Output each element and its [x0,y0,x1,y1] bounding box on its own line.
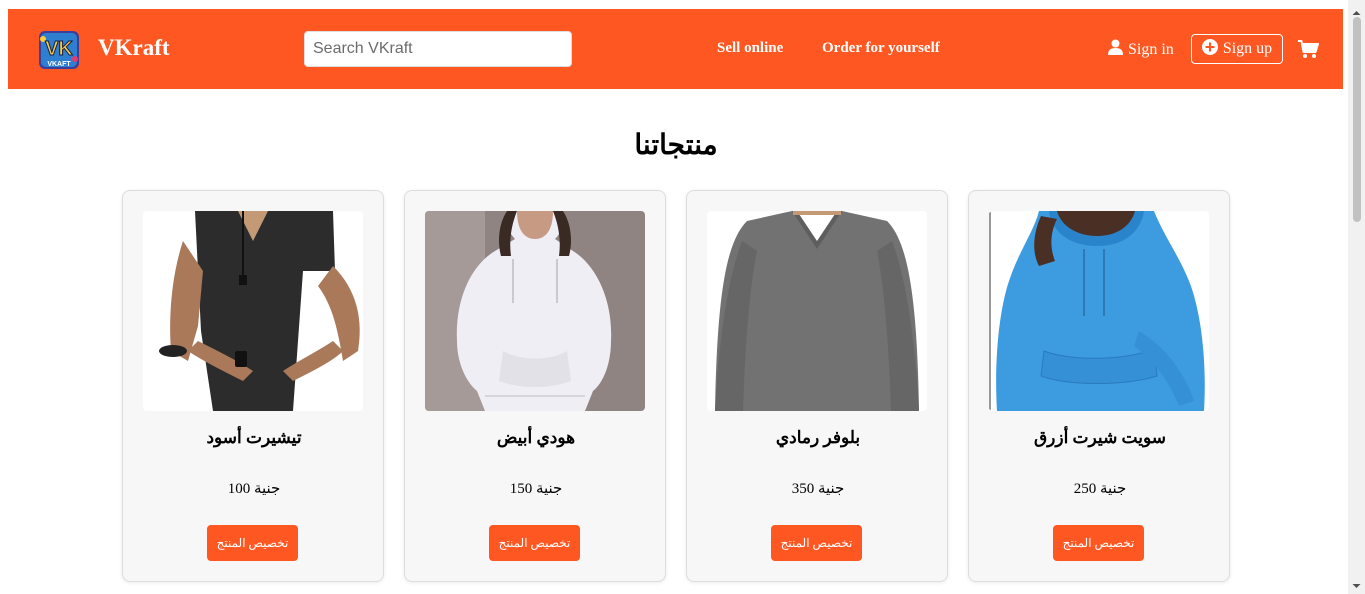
product-name: سويت شيرت أزرق [1033,428,1167,447]
product-image[interactable] [143,211,363,411]
svg-text:VKAFT: VKAFT [47,61,71,68]
search-input[interactable] [304,31,572,67]
navbar: VK VKAFT VKraft Sell online Order for yo… [8,9,1343,89]
scrollbar-thumb[interactable] [1353,17,1361,222]
product-image[interactable] [707,211,927,411]
vertical-scrollbar[interactable] [1348,0,1365,594]
signup-button[interactable]: Sign up [1191,34,1283,64]
product-name: هودي أبيض [496,428,576,447]
scroll-up-arrow-icon[interactable] [1348,5,1365,15]
cart-icon[interactable] [1298,40,1319,59]
product-card: بلوفر رمادي جنية 350 تخصيص المنتج [686,190,948,582]
product-name: تيشيرت أسود [206,428,302,447]
product-card: تيشيرت أسود جنية 100 تخصيص المنتج [122,190,384,582]
customize-product-button[interactable]: تخصيص المنتج [207,525,298,561]
signin-label: Sign in [1128,40,1174,58]
customize-product-button[interactable]: تخصيص المنتج [1053,525,1144,561]
product-card: سويت شيرت أزرق جنية 250 تخصيص المنتج [968,190,1230,582]
brand-name[interactable]: VKraft [98,35,170,61]
plus-circle-icon [1201,38,1218,60]
nav-link-order-for-yourself[interactable]: Order for yourself [822,40,940,57]
product-price: جنية 250 [1073,481,1127,497]
product-name: بلوفر رمادي [775,428,861,447]
signup-label: Sign up [1222,40,1273,57]
logo[interactable]: VK VKAFT [37,29,81,71]
svg-text:VK: VK [45,38,73,60]
product-price: جنية 100 [227,481,281,497]
product-card: هودي أبيض جنية 150 تخصيص المنتج [404,190,666,582]
nav-link-sell-online[interactable]: Sell online [717,40,783,57]
customize-product-button[interactable]: تخصيص المنتج [489,525,580,561]
product-price: جنية 150 [509,481,563,497]
user-icon [1108,39,1123,60]
page-title: منتجاتنا [634,130,718,161]
scroll-down-arrow-icon[interactable] [1348,578,1365,588]
product-price: جنية 350 [791,481,845,497]
customize-product-button[interactable]: تخصيص المنتج [771,525,862,561]
top-strip [0,0,1365,9]
signin-link[interactable]: Sign in [1108,39,1174,60]
product-image[interactable] [989,211,1209,411]
page: VK VKAFT VKraft Sell online Order for yo… [0,0,1365,594]
product-image[interactable] [425,211,645,411]
